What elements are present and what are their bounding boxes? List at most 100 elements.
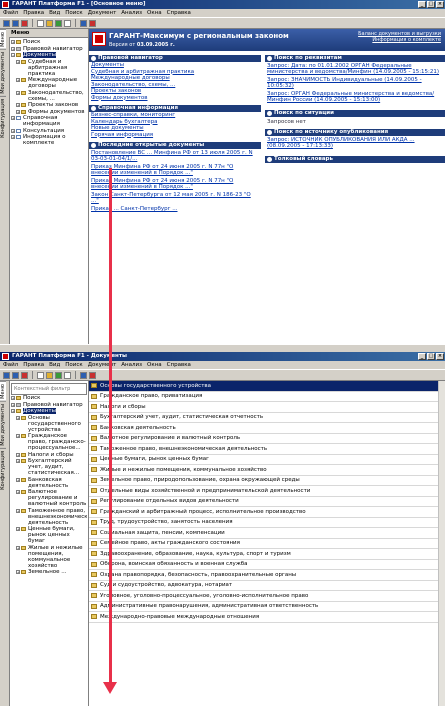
expand-icon[interactable]: +: [16, 508, 20, 513]
kit-info-link[interactable]: Информация о комплекте: [372, 37, 441, 43]
list-item[interactable]: Оборона, воинская обязанность и военная …: [89, 560, 439, 570]
menu-document[interactable]: Документ: [88, 361, 117, 369]
maximize-button[interactable]: □: [427, 1, 435, 8]
list-item[interactable]: Гражданский и арбитражный процесс, испол…: [89, 507, 439, 518]
section-source-search[interactable]: Поиск по источнику опубликования: [265, 129, 445, 136]
bookmark-icon[interactable]: [89, 371, 96, 379]
tree-node[interactable]: + Таможенное право, внешнеэкономическая д…: [11, 508, 87, 526]
tree-node[interactable]: + Правовой навигатор: [11, 46, 87, 52]
copy-icon[interactable]: [64, 19, 71, 27]
expand-icon[interactable]: +: [11, 46, 15, 51]
tree-node[interactable]: + Международные договоры: [11, 77, 87, 89]
list-item[interactable]: Регулирование отдельных видов деятельнос…: [89, 497, 439, 507]
tree-node[interactable]: + Документы: [11, 408, 87, 414]
section-situation-search[interactable]: Поиск по ситуации: [265, 110, 445, 117]
tree-node[interactable]: + Формы документов: [11, 109, 87, 115]
source-query-item[interactable]: Запрос: ИСТОЧНИК ОПУБЛИКОВАНИЯ ИЛИ АКДА …: [265, 136, 445, 150]
expand-icon[interactable]: +: [16, 477, 20, 482]
expand-icon[interactable]: +: [11, 396, 15, 400]
expand-icon[interactable]: +: [16, 527, 20, 531]
section-last-opened[interactable]: Последние открытые документы: [89, 142, 261, 149]
expand-icon[interactable]: +: [16, 452, 20, 457]
tree-node[interactable]: − Документы: [11, 52, 87, 58]
maximize-button[interactable]: □: [427, 353, 435, 360]
recent-document-item[interactable]: Приказ Минфина РФ от 24 июня 2005 г. N 7…: [89, 177, 261, 191]
menu-edit[interactable]: Правка: [23, 361, 44, 369]
menu-search[interactable]: Поиск: [65, 9, 82, 17]
help-icon[interactable]: [80, 19, 87, 27]
tree-node[interactable]: + Основы государственного устройства: [11, 415, 87, 433]
menu-file[interactable]: Файл: [3, 361, 18, 369]
tab-my-documents[interactable]: Мои документы: [0, 400, 6, 448]
menu-view[interactable]: Вид: [49, 9, 60, 17]
back-icon[interactable]: [3, 19, 10, 27]
context-filter-input[interactable]: [11, 383, 87, 395]
list-item[interactable]: Уголовное, уголовно-процессуальное, угол…: [89, 591, 439, 602]
expand-icon[interactable]: +: [16, 415, 20, 420]
expand-icon[interactable]: +: [11, 402, 15, 407]
tab-configuration[interactable]: Конфигурация: [0, 447, 6, 492]
search-query-item[interactable]: Запрос: ЗНАЧИМОСТЬ Индивидуальные (14.09…: [265, 76, 445, 90]
home-icon[interactable]: [21, 19, 28, 27]
tree-node[interactable]: + Валютное регулирование и валютный контр…: [11, 489, 87, 507]
menu-help[interactable]: Справка: [167, 361, 191, 369]
close-button[interactable]: ×: [436, 1, 444, 8]
menu-analysis[interactable]: Анализ: [121, 9, 142, 17]
menu-file[interactable]: Файл: [3, 9, 18, 17]
expand-icon[interactable]: +: [16, 459, 20, 463]
expand-icon[interactable]: +: [16, 59, 20, 64]
open-folder-icon[interactable]: [46, 371, 53, 379]
tree-node[interactable]: + Проекты законов: [11, 102, 87, 108]
list-item[interactable]: Земельное право, природопользование, охр…: [89, 476, 439, 486]
search-query-item[interactable]: Запрос: ОРГАН Федеральные министерства и…: [265, 90, 445, 104]
print-icon[interactable]: [37, 371, 44, 379]
tab-menu[interactable]: Меню: [0, 381, 6, 401]
minimize-button[interactable]: _: [418, 353, 426, 360]
tree-node[interactable]: + Справочная информация: [11, 115, 87, 127]
tree-node[interactable]: + Банковская деятельность: [11, 477, 87, 489]
expand-icon[interactable]: +: [16, 90, 20, 95]
home-icon[interactable]: [21, 371, 28, 379]
expand-icon[interactable]: +: [16, 103, 20, 107]
menu-document[interactable]: Документ: [88, 9, 117, 17]
help-icon[interactable]: [80, 371, 87, 379]
menu-windows[interactable]: Окна: [147, 9, 162, 17]
bookmark-icon[interactable]: [89, 19, 96, 27]
list-item[interactable]: Валютное регулирование и валютный контро…: [89, 434, 439, 444]
tab-menu[interactable]: Меню: [0, 29, 6, 49]
list-item[interactable]: Гражданское право, приватизация: [89, 392, 439, 402]
forward-icon[interactable]: [12, 19, 19, 27]
list-item[interactable]: Охрана правопорядка, безопасность, право…: [89, 570, 439, 581]
list-item[interactable]: Таможенное право, внешнеэкономическая де…: [89, 444, 439, 455]
list-item[interactable]: Труд, трудоустройство, занятость населен…: [89, 518, 439, 528]
section-reference-info[interactable]: Справочная информация: [89, 105, 261, 112]
list-item[interactable]: Административные правонарушения, админис…: [89, 602, 439, 612]
expand-icon[interactable]: +: [11, 40, 15, 44]
list-item[interactable]: Жилые и нежилые помещения, коммунальное …: [89, 465, 439, 476]
tree-node[interactable]: + Гражданское право, гражданско-процессуа…: [11, 433, 87, 451]
list-item[interactable]: Здравоохранение, образование, наука, кул…: [89, 549, 439, 560]
close-button[interactable]: ×: [436, 353, 444, 360]
list-item[interactable]: Банковская деятельность: [89, 423, 439, 434]
tree-node[interactable]: + Поиск: [11, 39, 87, 45]
section-dictionary[interactable]: Толковый словарь: [265, 156, 445, 163]
tree-node[interactable]: + Земельное ...: [11, 569, 87, 575]
expand-icon[interactable]: +: [16, 109, 20, 114]
back-icon[interactable]: [3, 371, 10, 379]
list-item[interactable]: Международно-правовые международные отно…: [89, 612, 439, 623]
ref-link[interactable]: Горячая информация: [89, 132, 261, 139]
tree-node[interactable]: + Судебная и арбитражная практика: [11, 59, 87, 77]
tree-node[interactable]: + Налоги и сборы: [11, 452, 87, 458]
expand-icon[interactable]: +: [11, 135, 15, 139]
expand-icon[interactable]: +: [16, 545, 20, 550]
expand-icon[interactable]: +: [11, 128, 15, 133]
tab-configuration[interactable]: Конфигурация: [0, 95, 6, 140]
forward-icon[interactable]: [12, 371, 19, 379]
search-query-item[interactable]: Запрос: Дата: по 01.01.2002 ОРГАН Федера…: [265, 62, 445, 76]
search-icon[interactable]: [55, 19, 62, 27]
vertical-scrollbar[interactable]: [438, 381, 445, 706]
minimize-button[interactable]: _: [418, 1, 426, 8]
list-item[interactable]: Отдельные виды хозяйственной и предприни…: [89, 486, 439, 497]
menu-edit[interactable]: Правка: [23, 9, 44, 17]
expand-icon[interactable]: +: [16, 434, 20, 438]
